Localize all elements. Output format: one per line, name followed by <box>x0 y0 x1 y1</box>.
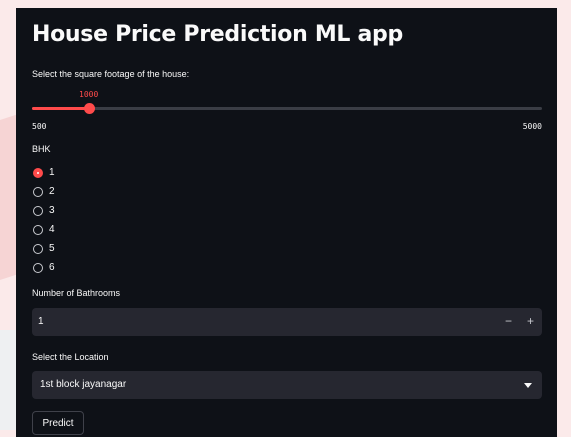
radio-selected-icon[interactable] <box>33 167 43 178</box>
bhk-option-label: 5 <box>49 243 55 254</box>
radio-unselected-icon[interactable] <box>33 205 43 216</box>
location-select[interactable]: 1st block jayanagar <box>32 371 542 399</box>
bhk-option-3[interactable]: 3 <box>33 201 55 220</box>
radio-unselected-icon[interactable] <box>33 186 43 197</box>
decrement-button[interactable]: − <box>505 314 512 328</box>
bhk-option-label: 6 <box>49 262 55 273</box>
radio-unselected-icon[interactable] <box>33 224 43 235</box>
bhk-radio-group: 1 2 3 4 5 6 <box>33 163 55 277</box>
bhk-option-label: 2 <box>49 186 55 197</box>
sqft-slider-value: 1000 <box>79 90 99 99</box>
bhk-option-label: 4 <box>49 224 55 235</box>
app-container: House Price Prediction ML app Select the… <box>16 8 557 437</box>
predict-button[interactable]: Predict <box>32 411 84 435</box>
chevron-down-icon[interactable] <box>524 383 532 388</box>
sqft-slider[interactable]: 1000 <box>32 90 542 118</box>
sqft-slider-max: 5000 <box>522 122 542 131</box>
bhk-option-6[interactable]: 6 <box>33 258 55 277</box>
slider-track[interactable] <box>32 107 542 110</box>
bathrooms-value[interactable]: 1 <box>38 316 44 327</box>
bathrooms-number-input[interactable]: 1 − + <box>32 308 542 336</box>
increment-button[interactable]: + <box>527 314 534 328</box>
slider-track-fill <box>32 107 89 110</box>
sqft-slider-min: 500 <box>32 122 47 131</box>
bhk-option-2[interactable]: 2 <box>33 182 55 201</box>
bathrooms-label: Number of Bathrooms <box>32 288 121 298</box>
location-selected-value: 1st block jayanagar <box>40 379 127 390</box>
bhk-option-5[interactable]: 5 <box>33 239 55 258</box>
page-title: House Price Prediction ML app <box>32 22 403 47</box>
radio-unselected-icon[interactable] <box>33 262 43 273</box>
bhk-option-label: 3 <box>49 205 55 216</box>
sqft-slider-label: Select the square footage of the house: <box>32 69 190 79</box>
bhk-option-1[interactable]: 1 <box>33 163 55 182</box>
bhk-option-4[interactable]: 4 <box>33 220 55 239</box>
radio-unselected-icon[interactable] <box>33 243 43 254</box>
slider-thumb[interactable] <box>83 103 95 114</box>
bhk-label: BHK <box>32 144 51 154</box>
bhk-option-label: 1 <box>49 167 55 178</box>
location-label: Select the Location <box>32 352 109 362</box>
